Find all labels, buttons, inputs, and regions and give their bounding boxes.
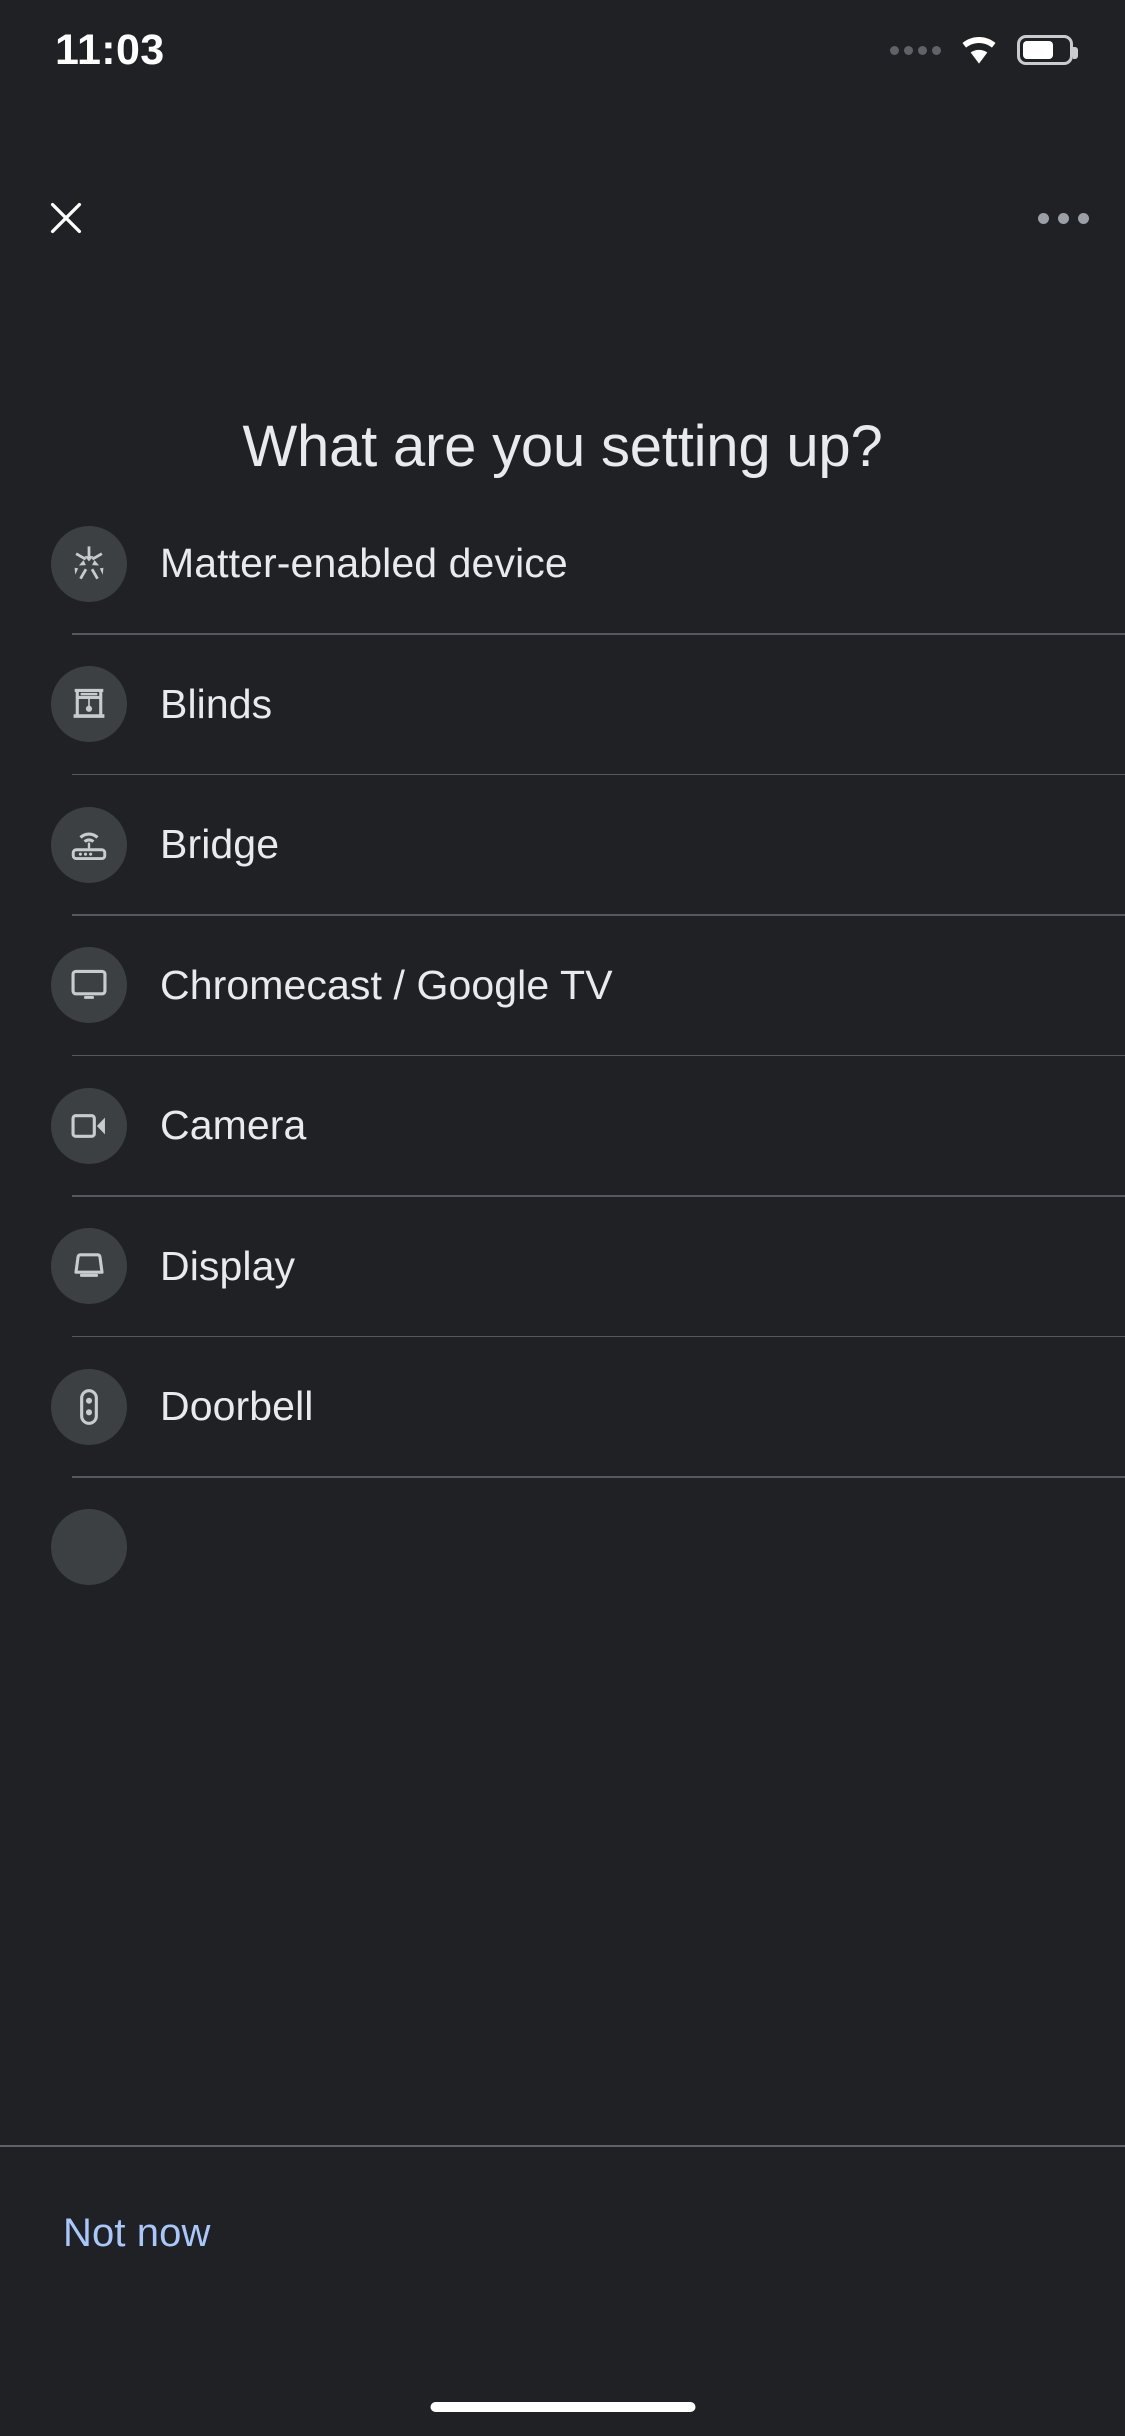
- list-item-chromecast-google-tv[interactable]: Chromecast / Google TV: [0, 916, 1125, 1055]
- list-item-matter-enabled-device[interactable]: Matter-enabled device: [0, 494, 1125, 633]
- close-glyph: [50, 202, 82, 234]
- close-icon[interactable]: [26, 178, 106, 258]
- list-item-camera[interactable]: Camera: [0, 1056, 1125, 1195]
- list-item-doorbell[interactable]: Doorbell: [0, 1337, 1125, 1476]
- wifi-icon: [962, 37, 996, 64]
- list-item-label: Display: [160, 1242, 296, 1289]
- device-type-list[interactable]: Matter-enabled device Blinds Bridge Chro…: [0, 362, 1125, 2145]
- list-item-label: Bridge: [160, 821, 280, 867]
- smart-display-icon: [51, 1228, 127, 1304]
- list-item-label: Blinds: [160, 680, 273, 727]
- list-item-label: Doorbell: [160, 1383, 314, 1429]
- bridge-router-icon: [51, 806, 127, 883]
- list-item-label: Matter-enabled device: [160, 540, 568, 586]
- not-now-button[interactable]: Not now: [63, 2211, 210, 2256]
- list-item-partial[interactable]: [0, 1478, 1125, 1617]
- status-bar: 11:03: [0, 0, 1125, 100]
- list-item-display[interactable]: Display: [0, 1197, 1125, 1336]
- list-item-bridge[interactable]: Bridge: [0, 775, 1125, 914]
- bottom-action-bar: Not now: [0, 2145, 1125, 2436]
- list-item-label: Chromecast / Google TV: [160, 961, 613, 1008]
- battery-icon: [1017, 35, 1078, 65]
- list-item-label: Camera: [160, 1102, 307, 1148]
- blinds-icon: [51, 666, 127, 742]
- app-bar: [0, 178, 1125, 260]
- list-item-blinds[interactable]: Blinds: [0, 635, 1125, 774]
- partially-visible-icon: [51, 1509, 127, 1585]
- device-setup-screen: 11:03 What are you setting up? Matter-en…: [0, 0, 1125, 2436]
- tv-monitor-icon: [51, 947, 127, 1023]
- signal-dots-icon: [890, 45, 941, 55]
- status-bar-icons: [890, 34, 1078, 66]
- status-bar-clock: 11:03: [55, 25, 165, 74]
- overflow-menu-icon[interactable]: [1023, 178, 1103, 258]
- home-indicator: [430, 2402, 695, 2412]
- video-camera-icon: [51, 1087, 127, 1164]
- doorbell-icon: [51, 1368, 127, 1445]
- matter-icon: [51, 525, 127, 602]
